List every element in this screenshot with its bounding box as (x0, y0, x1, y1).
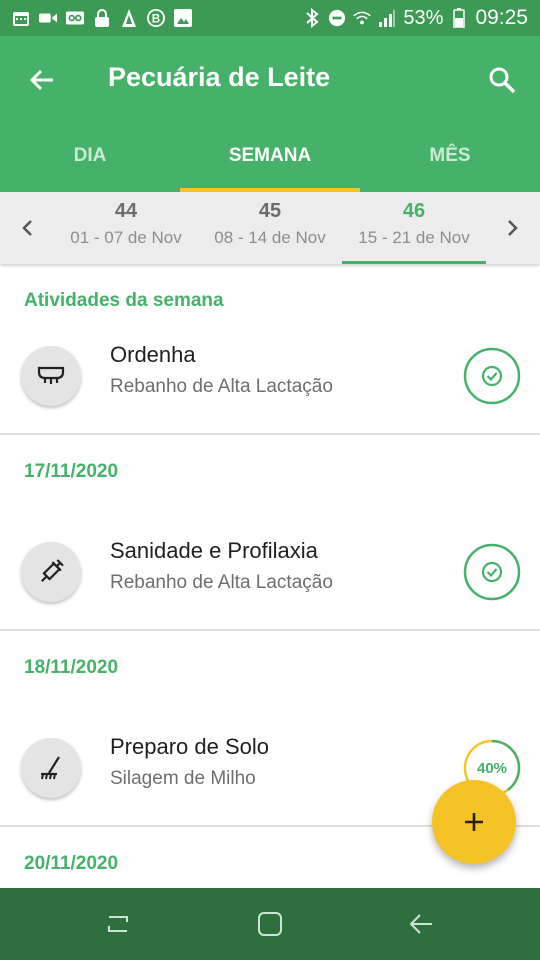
list-item[interactable]: Sanidade e Profilaxia Rebanho de Alta La… (0, 522, 540, 622)
b-circle-icon: B (147, 9, 165, 27)
video-icon (39, 9, 57, 27)
item-subtitle: Silagem de Milho (110, 768, 256, 789)
next-week-button[interactable] (498, 210, 528, 246)
week-selector: 44 01 - 07 de Nov 45 08 - 14 de Nov 46 1… (0, 192, 540, 264)
clock: 09:25 (475, 6, 528, 29)
week-number: 44 (114, 200, 138, 222)
search-button[interactable] (482, 60, 522, 100)
calendar-icon (12, 9, 30, 27)
lock-icon (93, 9, 111, 27)
rake-icon (21, 738, 81, 798)
chevron-left-icon (22, 220, 32, 236)
divider (0, 433, 540, 435)
back-nav-button[interactable] (403, 906, 439, 942)
chevron-right-icon (508, 220, 518, 236)
week-range: 01 - 07 de Nov (70, 228, 182, 247)
list-item[interactable]: Ordenha Rebanho de Alta Lactação (0, 326, 540, 426)
milking-icon (21, 346, 81, 406)
week-range: 08 - 14 de Nov (214, 228, 326, 247)
notification-icons: B (12, 9, 192, 27)
battery-percent: 53% (403, 6, 444, 29)
add-activity-button[interactable] (432, 780, 516, 864)
divider (0, 629, 540, 631)
week-46[interactable]: 46 15 - 21 de Nov (342, 192, 486, 264)
recent-apps-button[interactable] (100, 906, 136, 942)
back-button[interactable] (22, 60, 62, 100)
item-subtitle: Rebanho de Alta Lactação (110, 572, 333, 593)
recent-apps-icon (108, 916, 128, 932)
check-circle-icon (463, 543, 521, 601)
arrow-left-icon (29, 69, 53, 91)
image-icon (174, 9, 192, 27)
section-header: 18/11/2020 (24, 657, 119, 678)
week-number: 46 (402, 200, 426, 222)
signal-tower-icon (120, 9, 138, 27)
week-45[interactable]: 45 08 - 14 de Nov (198, 192, 342, 264)
search-icon (489, 67, 516, 94)
tab-mes[interactable]: MÊS (360, 120, 540, 192)
completed-status[interactable] (463, 543, 521, 601)
check-circle-icon (463, 347, 521, 405)
plus-icon (465, 813, 483, 831)
wifi-icon (353, 9, 372, 27)
svg-text:B: B (152, 13, 160, 26)
tab-semana[interactable]: SEMANA (180, 120, 360, 192)
battery-icon (450, 8, 468, 28)
item-title: Preparo de Solo (110, 734, 269, 759)
section-header: 17/11/2020 (24, 461, 119, 482)
voicemail-icon (66, 9, 84, 27)
completed-status[interactable] (463, 347, 521, 405)
system-status: 53% 09:25 (303, 6, 528, 30)
item-title: Sanidade e Profilaxia (110, 538, 318, 563)
section-header: Atividades da semana (24, 290, 224, 311)
week-range: 15 - 21 de Nov (358, 228, 470, 247)
week-44[interactable]: 44 01 - 07 de Nov (54, 192, 198, 264)
page-title: Pecuária de Leite (108, 62, 331, 92)
app-bar: Pecuária de Leite DIA SEMANA MÊS (0, 36, 540, 192)
bluetooth-icon (303, 8, 321, 28)
home-icon (258, 912, 282, 936)
status-bar: B 53% 09:25 (0, 0, 540, 36)
section-header: 20/11/2020 (24, 853, 119, 874)
back-arrow-icon (409, 914, 432, 934)
progress-label: 40% (476, 759, 508, 777)
do-not-disturb-icon (328, 9, 346, 27)
cell-signal-icon (378, 9, 396, 27)
previous-week-button[interactable] (12, 210, 42, 246)
syringe-icon (21, 542, 81, 602)
system-nav-bar (0, 888, 540, 960)
tab-dia[interactable]: DIA (0, 120, 180, 192)
week-number: 45 (258, 200, 282, 222)
item-title: Ordenha (110, 342, 196, 367)
home-button[interactable] (252, 906, 288, 942)
item-subtitle: Rebanho de Alta Lactação (110, 376, 333, 397)
period-tabs: DIA SEMANA MÊS (0, 120, 540, 192)
